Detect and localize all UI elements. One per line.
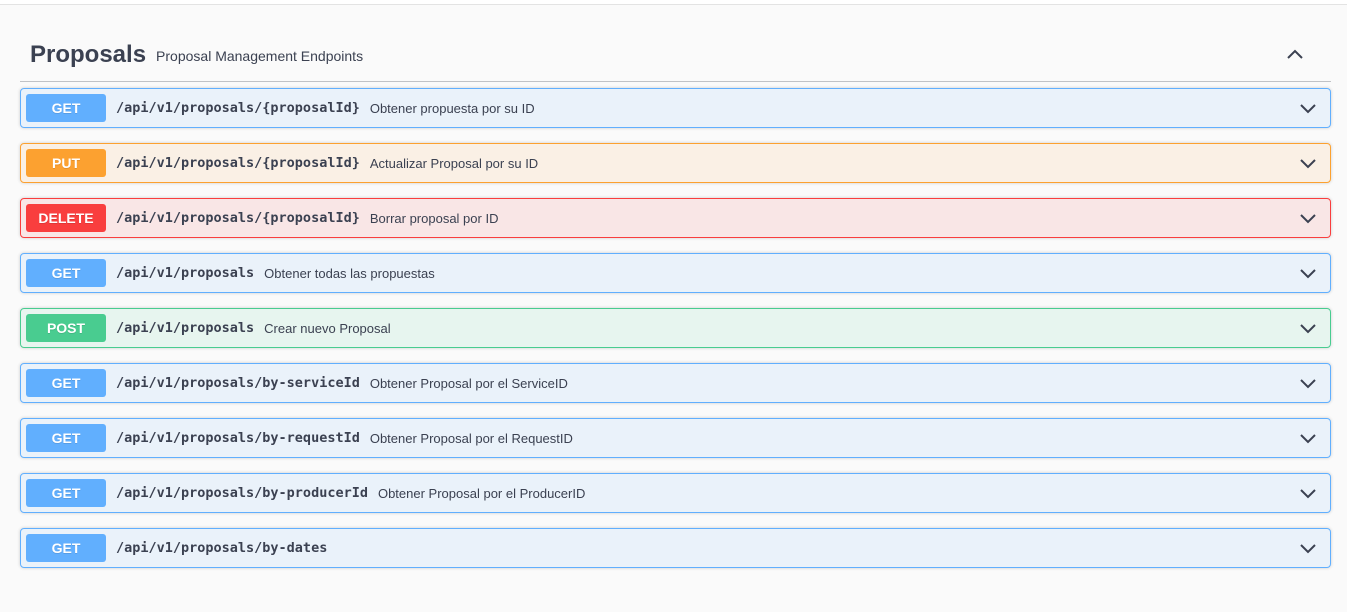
chevron-down-icon[interactable] [1298, 483, 1318, 503]
endpoint-path: /api/v1/proposals/by-dates [116, 540, 328, 556]
method-badge: DELETE [26, 204, 106, 232]
endpoint-path: /api/v1/proposals [116, 265, 255, 281]
method-badge: POST [26, 314, 106, 342]
operation-get-proposal-by-id[interactable]: GET /api/v1/proposals/{proposalId} Obten… [20, 88, 1331, 128]
operation-get-all-proposals[interactable]: GET /api/v1/proposals Obtener todas las … [20, 253, 1331, 293]
operation-get-by-dates[interactable]: GET /api/v1/proposals/by-dates [20, 528, 1331, 568]
endpoint-summary: Crear nuevo Proposal [264, 320, 391, 336]
method-badge: GET [26, 534, 106, 562]
section-description: Proposal Management Endpoints [156, 47, 364, 64]
method-badge: GET [26, 424, 106, 452]
operation-post-proposal[interactable]: POST /api/v1/proposals Crear nuevo Propo… [20, 308, 1331, 348]
endpoint-summary: Obtener Proposal por el ProducerID [377, 485, 586, 501]
chevron-down-icon[interactable] [1298, 263, 1318, 283]
endpoint-path: /api/v1/proposals [116, 320, 255, 336]
endpoint-path: /api/v1/proposals/{proposalId} [116, 210, 360, 226]
method-badge: GET [26, 259, 106, 287]
operation-delete-proposal[interactable]: DELETE /api/v1/proposals/{proposalId} Bo… [20, 198, 1331, 238]
endpoint-summary: Obtener Proposal por el ServiceID [369, 375, 568, 391]
endpoint-path: /api/v1/proposals/by-requestId [116, 430, 360, 446]
method-badge: GET [26, 94, 106, 122]
endpoint-summary: Obtener todas las propuestas [264, 265, 435, 281]
endpoint-summary: Obtener propuesta por su ID [369, 100, 535, 116]
operation-get-by-producer-id[interactable]: GET /api/v1/proposals/by-producerId Obte… [20, 473, 1331, 513]
chevron-down-icon[interactable] [1298, 428, 1318, 448]
endpoint-summary: Actualizar Proposal por su ID [369, 155, 539, 171]
proposals-section: Proposals Proposal Management Endpoints … [20, 28, 1331, 583]
operations-list: GET /api/v1/proposals/{proposalId} Obten… [20, 88, 1331, 568]
top-border [0, 0, 1347, 5]
chevron-down-icon[interactable] [1298, 98, 1318, 118]
chevron-down-icon[interactable] [1298, 153, 1318, 173]
endpoint-summary: Obtener Proposal por el RequestID [369, 430, 573, 446]
method-badge: GET [26, 479, 106, 507]
chevron-down-icon[interactable] [1298, 538, 1318, 558]
endpoint-path: /api/v1/proposals/{proposalId} [116, 100, 360, 116]
operation-get-by-service-id[interactable]: GET /api/v1/proposals/by-serviceId Obten… [20, 363, 1331, 403]
method-badge: PUT [26, 149, 106, 177]
chevron-down-icon[interactable] [1298, 318, 1318, 338]
chevron-down-icon[interactable] [1298, 208, 1318, 228]
method-badge: GET [26, 369, 106, 397]
operation-get-by-request-id[interactable]: GET /api/v1/proposals/by-requestId Obten… [20, 418, 1331, 458]
operation-put-proposal[interactable]: PUT /api/v1/proposals/{proposalId} Actua… [20, 143, 1331, 183]
endpoint-path: /api/v1/proposals/by-producerId [116, 485, 368, 501]
chevron-up-icon[interactable] [1283, 42, 1307, 66]
section-header[interactable]: Proposals Proposal Management Endpoints [20, 28, 1331, 82]
endpoint-path: /api/v1/proposals/by-serviceId [116, 375, 360, 391]
endpoint-summary: Borrar proposal por ID [369, 210, 499, 226]
endpoint-path: /api/v1/proposals/{proposalId} [116, 155, 360, 171]
chevron-down-icon[interactable] [1298, 373, 1318, 393]
section-title: Proposals [30, 40, 147, 68]
